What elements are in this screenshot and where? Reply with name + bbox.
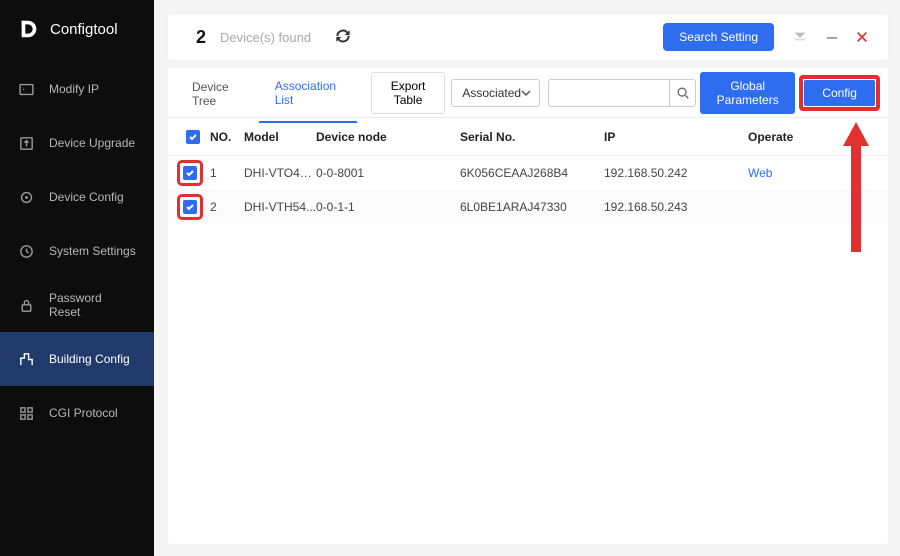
main-area: 2 Device(s) found Search Setting Device … bbox=[154, 0, 900, 556]
cell-model: DHI-VTO42... bbox=[244, 166, 316, 180]
table-row[interactable]: 1 DHI-VTO42... 0-0-8001 6K056CEAAJ268B4 … bbox=[168, 156, 888, 190]
minimize-button[interactable] bbox=[820, 25, 844, 49]
export-table-button[interactable]: Export Table bbox=[371, 72, 446, 114]
device-table: NO. Model Device node Serial No. IP Oper… bbox=[168, 118, 888, 224]
sidebar-item-password-reset[interactable]: Password Reset bbox=[0, 278, 154, 332]
sidebar-item-device-upgrade[interactable]: Device Upgrade bbox=[0, 116, 154, 170]
grid-icon bbox=[18, 405, 35, 422]
col-no: NO. bbox=[210, 130, 244, 144]
col-model: Model bbox=[244, 130, 316, 144]
col-operate: Operate bbox=[748, 130, 848, 144]
content-panel: Device Tree Association List Export Tabl… bbox=[168, 68, 888, 544]
sidebar-item-device-config[interactable]: Device Config bbox=[0, 170, 154, 224]
brand-name: Configtool bbox=[50, 21, 118, 38]
sidebar-item-label: CGI Protocol bbox=[49, 406, 118, 420]
topbar: 2 Device(s) found Search Setting bbox=[168, 14, 888, 60]
sidebar-item-label: Modify IP bbox=[49, 82, 99, 96]
devices-found-label: Device(s) found bbox=[220, 30, 311, 45]
chevron-down-icon bbox=[521, 88, 531, 98]
cell-serial: 6K056CEAAJ268B4 bbox=[460, 166, 604, 180]
sidebar-item-label: System Settings bbox=[49, 244, 136, 258]
building-icon bbox=[18, 351, 35, 368]
search-setting-button[interactable]: Search Setting bbox=[663, 23, 774, 51]
config-highlight: Config bbox=[799, 75, 880, 111]
cell-node: 0-0-8001 bbox=[316, 166, 460, 180]
filter-icon[interactable] bbox=[788, 25, 812, 49]
brand-logo: Configtool bbox=[0, 0, 154, 62]
device-count: 2 bbox=[182, 27, 220, 48]
refresh-button[interactable] bbox=[333, 26, 353, 49]
checkbox-highlight bbox=[177, 194, 203, 220]
sidebar-item-cgi-protocol[interactable]: CGI Protocol bbox=[0, 386, 154, 440]
toolbar: Device Tree Association List Export Tabl… bbox=[168, 68, 888, 118]
close-button[interactable] bbox=[850, 25, 874, 49]
cell-no: 1 bbox=[210, 166, 244, 180]
row-checkbox[interactable] bbox=[183, 200, 197, 214]
filter-dropdown[interactable]: Associated bbox=[451, 79, 540, 107]
sidebar-item-system-settings[interactable]: System Settings bbox=[0, 224, 154, 278]
tab-device-tree[interactable]: Device Tree bbox=[176, 63, 259, 122]
select-all-checkbox[interactable] bbox=[186, 130, 200, 144]
checkbox-highlight bbox=[177, 160, 203, 186]
lock-icon bbox=[18, 297, 35, 314]
sidebar-item-label: Device Upgrade bbox=[49, 136, 135, 150]
web-link[interactable]: Web bbox=[748, 166, 772, 180]
sidebar: Configtool Modify IP Device Upgrade Devi… bbox=[0, 0, 154, 556]
row-checkbox[interactable] bbox=[183, 166, 197, 180]
gear-icon bbox=[18, 189, 35, 206]
ip-icon bbox=[18, 81, 35, 98]
col-ip: IP bbox=[604, 130, 748, 144]
sidebar-item-label: Password Reset bbox=[49, 291, 136, 319]
filter-dropdown-value: Associated bbox=[462, 86, 521, 100]
search-field bbox=[548, 79, 696, 107]
annotation-arrow bbox=[841, 122, 871, 255]
sidebar-item-label: Building Config bbox=[49, 352, 130, 366]
upgrade-icon bbox=[18, 135, 35, 152]
sidebar-item-modify-ip[interactable]: Modify IP bbox=[0, 62, 154, 116]
refresh-icon bbox=[333, 26, 353, 46]
col-node: Device node bbox=[316, 130, 460, 144]
brand-icon bbox=[18, 18, 40, 40]
col-serial: Serial No. bbox=[460, 130, 604, 144]
search-input[interactable] bbox=[549, 86, 669, 100]
search-icon bbox=[676, 86, 690, 100]
cell-model: DHI-VTH54... bbox=[244, 200, 316, 214]
table-row[interactable]: 2 DHI-VTH54... 0-0-1-1 6L0BE1ARAJ47330 1… bbox=[168, 190, 888, 224]
config-button[interactable]: Config bbox=[804, 80, 875, 106]
search-button[interactable] bbox=[669, 79, 695, 107]
cell-ip: 192.168.50.243 bbox=[604, 200, 748, 214]
table-header: NO. Model Device node Serial No. IP Oper… bbox=[168, 118, 888, 156]
cell-node: 0-0-1-1 bbox=[316, 200, 460, 214]
settings-icon bbox=[18, 243, 35, 260]
cell-ip: 192.168.50.242 bbox=[604, 166, 748, 180]
cell-serial: 6L0BE1ARAJ47330 bbox=[460, 200, 604, 214]
cell-no: 2 bbox=[210, 200, 244, 214]
sidebar-item-label: Device Config bbox=[49, 190, 124, 204]
sidebar-item-building-config[interactable]: Building Config bbox=[0, 332, 154, 386]
global-parameters-button[interactable]: Global Parameters bbox=[700, 72, 795, 114]
tab-association-list[interactable]: Association List bbox=[259, 62, 357, 123]
